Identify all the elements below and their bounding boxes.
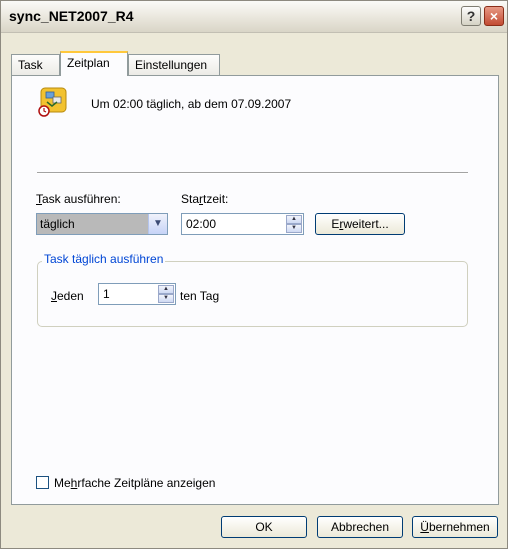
close-button[interactable]: × <box>484 6 504 26</box>
run-task-value: täglich <box>37 214 148 234</box>
time-spinner[interactable]: ▲ ▼ <box>286 215 302 233</box>
separator <box>37 172 468 174</box>
spin-up-icon[interactable]: ▲ <box>158 285 174 294</box>
spin-down-icon[interactable]: ▼ <box>158 294 174 303</box>
tab-task[interactable]: Task <box>11 54 60 75</box>
tab-label: Task <box>18 58 43 72</box>
tab-label: Zeitplan <box>67 56 110 70</box>
chevron-down-icon[interactable]: ▼ <box>148 214 167 234</box>
every-label: Jeden <box>51 289 84 303</box>
days-spinner[interactable]: ▲ ▼ <box>158 285 174 303</box>
window-title: sync_NET2007_R4 <box>9 8 134 24</box>
help-button[interactable]: ? <box>461 6 481 26</box>
daily-group-title: Task täglich ausführen <box>42 252 166 266</box>
run-task-label: Task ausführen: <box>36 192 121 206</box>
every-days-value: 1 <box>103 287 110 301</box>
multiple-schedules-checkbox[interactable] <box>36 476 49 489</box>
advanced-button[interactable]: Erweitert... <box>315 213 405 235</box>
ok-button[interactable]: OK <box>221 516 307 538</box>
multiple-schedules-label[interactable]: Mehrfache Zeitpläne anzeigen <box>54 476 215 490</box>
every-suffix-label: ten Tag <box>180 289 220 303</box>
tab-zeitplan[interactable]: Zeitplan <box>60 51 128 76</box>
dialog-window: sync_NET2007_R4 ? × Task Zeitplan Einste… <box>0 0 508 549</box>
tab-label: Einstellungen <box>135 58 208 72</box>
spin-down-icon[interactable]: ▼ <box>286 224 302 233</box>
spin-up-icon[interactable]: ▲ <box>286 215 302 224</box>
title-bar[interactable]: sync_NET2007_R4 ? × <box>1 1 507 33</box>
scheduled-task-icon <box>38 87 67 117</box>
tab-einstellungen[interactable]: Einstellungen <box>128 54 220 75</box>
apply-button[interactable]: Übernehmen <box>412 516 498 538</box>
start-time-value: 02:00 <box>186 217 217 231</box>
start-time-label: Startzeit: <box>181 192 229 206</box>
run-task-dropdown[interactable]: täglich ▼ <box>36 213 168 235</box>
cancel-button[interactable]: Abbrechen <box>317 516 403 538</box>
every-days-input[interactable]: 1 ▲ ▼ <box>98 283 176 305</box>
schedule-summary: Um 02:00 täglich, ab dem 07.09.2007 <box>91 97 292 111</box>
start-time-input[interactable]: 02:00 ▲ ▼ <box>181 213 304 235</box>
